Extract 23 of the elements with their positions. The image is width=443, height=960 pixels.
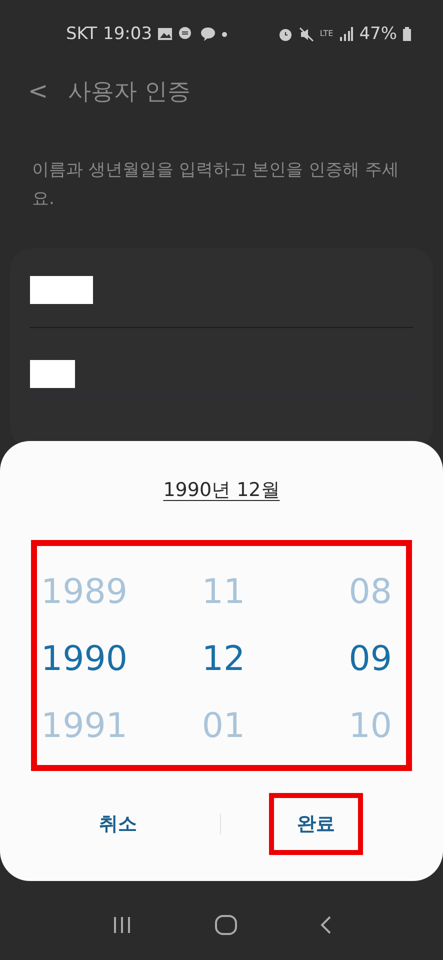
battery-icon [403,27,411,41]
clock: 19:03 [103,24,152,44]
dialog-title[interactable]: 1990년 12월 [163,477,280,503]
picker-value[interactable]: 12 [202,625,246,692]
signal-icon [339,27,354,41]
carrier: SKT [66,24,98,44]
recents-icon[interactable] [112,916,132,934]
description: 이름과 생년월일을 입력하고 본인을 인증해 주세요. [31,159,400,211]
picker-value[interactable]: 09 [348,625,392,692]
speech-bubble-icon [200,27,216,41]
screen-title: 사용자 인증 [68,78,190,106]
network-type: LTE [320,30,334,38]
picker-value[interactable]: 1990 [41,625,128,692]
back-icon[interactable] [320,915,332,935]
dot-icon [222,32,228,36]
back-button[interactable]: < [28,77,48,105]
input-field[interactable] [30,276,413,328]
home-icon[interactable] [214,915,236,935]
mute-icon [298,26,314,42]
cancel-button[interactable]: 취소 [16,793,220,855]
image-icon [158,28,172,40]
done-button[interactable]: 완료 [269,793,363,855]
battery-level: 47% [359,24,397,44]
